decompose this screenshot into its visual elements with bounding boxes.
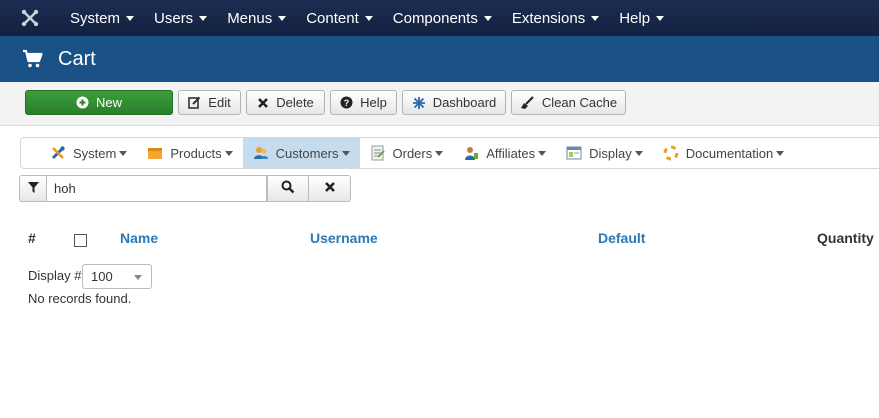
component-menu-display-label: Display <box>589 145 632 161</box>
topnav-help[interactable]: Help <box>609 0 674 36</box>
empty-message: No records found. <box>28 291 132 306</box>
page-header: Cart <box>0 36 879 82</box>
component-menu-system-label: System <box>73 145 117 161</box>
component-menu-customers[interactable]: Customers <box>242 138 360 168</box>
topnav-extensions-label: Extensions <box>511 9 586 27</box>
search-button[interactable] <box>267 175 309 202</box>
clean-cache-button[interactable]: Clean Cache <box>511 90 626 115</box>
new-button[interactable]: New <box>25 90 173 115</box>
close-icon <box>257 97 269 109</box>
chevron-down-icon <box>134 275 142 280</box>
tools-icon <box>50 145 66 161</box>
caret-down-icon <box>634 150 643 156</box>
search-input[interactable] <box>47 175 267 202</box>
topnav-extensions[interactable]: Extensions <box>502 0 609 36</box>
caret-down-icon <box>364 15 373 21</box>
column-header-username[interactable]: Username <box>310 230 378 246</box>
toolbar: New Edit Delete ? Help Dashboard Clean C… <box>0 82 879 126</box>
box-icon <box>147 145 163 161</box>
delete-button-label: Delete <box>276 95 314 110</box>
clear-search-button[interactable] <box>309 175 351 202</box>
caret-down-icon <box>126 15 135 21</box>
affiliates-icon <box>463 145 479 161</box>
component-menu-customers-label: Customers <box>275 145 339 161</box>
caret-down-icon <box>538 150 547 156</box>
component-menu-affiliates-label: Affiliates <box>486 145 536 161</box>
top-navbar: System Users Menus Content Components Ex… <box>0 0 879 36</box>
display-count-label: Display # <box>28 268 82 283</box>
dashboard-button-label: Dashboard <box>432 95 497 110</box>
column-header-name[interactable]: Name <box>120 230 158 246</box>
component-menu: System Products Customers Orders Affilia… <box>20 137 879 169</box>
component-menu-affiliates[interactable]: Affiliates <box>453 138 556 168</box>
topnav-help-label: Help <box>619 9 651 27</box>
caret-down-icon <box>224 150 233 156</box>
topnav-users-label: Users <box>154 9 194 27</box>
component-menu-products-label: Products <box>170 145 222 161</box>
caret-down-icon <box>278 15 287 21</box>
orders-icon <box>370 145 386 161</box>
topnav-system-label: System <box>70 9 121 27</box>
topnav-components-label: Components <box>392 9 478 27</box>
page-title: Cart <box>58 47 96 70</box>
edit-button[interactable]: Edit <box>178 90 241 115</box>
caret-down-icon <box>776 150 785 156</box>
caret-down-icon <box>656 15 665 21</box>
new-button-label: New <box>95 95 122 110</box>
column-header-quantity: Quantity <box>817 230 874 246</box>
joomla-logo-icon[interactable] <box>0 0 60 36</box>
component-menu-documentation[interactable]: Documentation <box>653 138 794 168</box>
display-icon <box>566 145 582 161</box>
caret-down-icon <box>435 150 444 156</box>
caret-down-icon <box>591 15 600 21</box>
caret-down-icon <box>341 150 350 156</box>
filter-toggle-button[interactable] <box>19 175 47 202</box>
dashboard-button[interactable]: Dashboard <box>402 90 506 115</box>
component-menu-orders[interactable]: Orders <box>360 138 454 168</box>
component-menu-products[interactable]: Products <box>137 138 242 168</box>
clean-cache-button-label: Clean Cache <box>541 95 618 110</box>
topnav-menus[interactable]: Menus <box>217 0 296 36</box>
topnav-content-label: Content <box>306 9 359 27</box>
select-all-checkbox[interactable] <box>74 234 87 247</box>
caret-down-icon <box>119 150 128 156</box>
delete-button[interactable]: Delete <box>246 90 325 115</box>
users-icon <box>253 145 269 161</box>
column-header-number: # <box>28 230 36 246</box>
display-count-value: 100 <box>91 269 113 284</box>
lifebuoy-icon <box>663 145 679 161</box>
help-button[interactable]: ? Help <box>330 90 397 115</box>
filter-icon <box>27 181 40 197</box>
topnav-menus-label: Menus <box>227 9 273 27</box>
search-icon <box>281 180 295 197</box>
caret-down-icon <box>199 15 208 21</box>
cart-icon <box>22 46 48 72</box>
topnav-users[interactable]: Users <box>144 0 217 36</box>
topnav-components[interactable]: Components <box>383 0 502 36</box>
display-count-select[interactable]: 100 <box>82 264 152 289</box>
topnav-system[interactable]: System <box>60 0 144 36</box>
component-menu-system[interactable]: System <box>21 138 137 168</box>
component-menu-documentation-label: Documentation <box>685 145 774 161</box>
component-menu-orders-label: Orders <box>392 145 433 161</box>
dashboard-icon <box>412 96 426 110</box>
component-menu-display[interactable]: Display <box>556 138 653 168</box>
column-header-default[interactable]: Default <box>598 230 645 246</box>
question-circle-icon: ? <box>340 96 353 109</box>
edit-icon <box>188 96 201 109</box>
broom-icon <box>520 95 535 110</box>
topnav-content[interactable]: Content <box>296 0 383 36</box>
help-button-label: Help <box>360 95 387 110</box>
caret-down-icon <box>483 15 492 21</box>
close-icon <box>324 181 336 196</box>
svg-text:?: ? <box>344 98 350 108</box>
plus-circle-icon <box>76 96 89 109</box>
edit-button-label: Edit <box>208 95 231 110</box>
